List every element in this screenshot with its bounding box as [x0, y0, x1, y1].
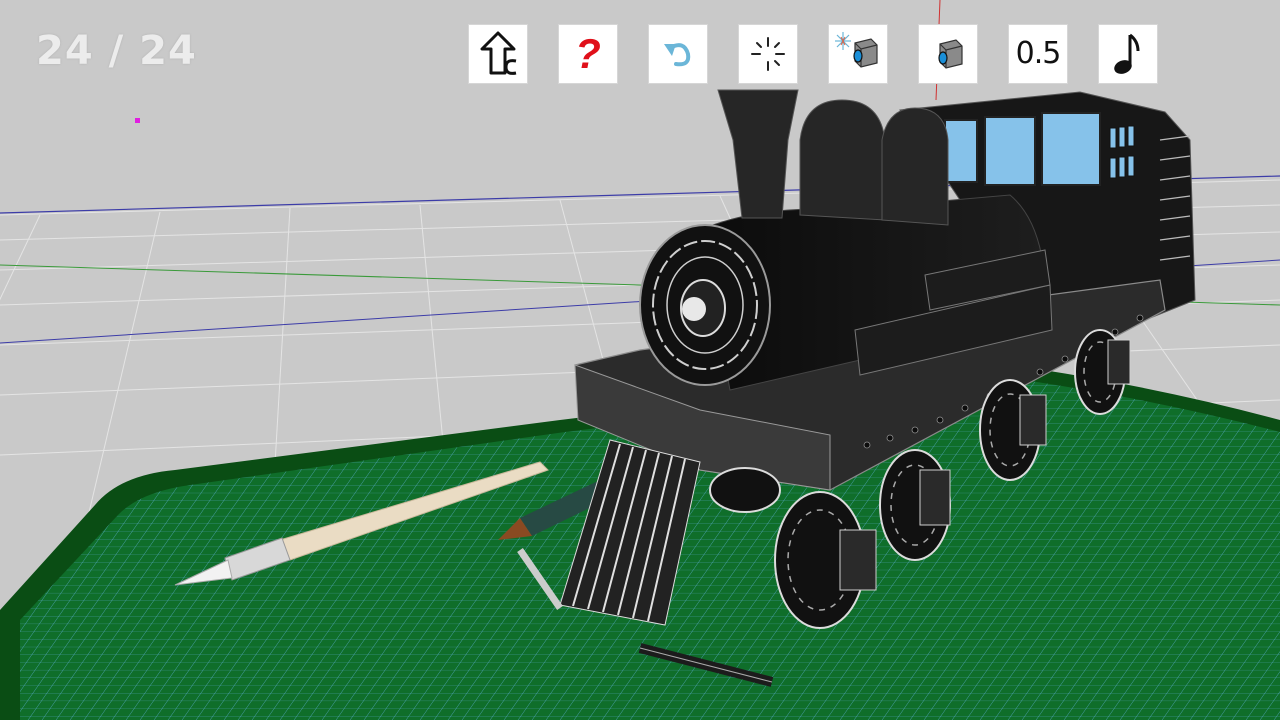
cursor-marker — [135, 118, 140, 123]
camera-button[interactable] — [918, 24, 978, 84]
3d-viewport[interactable] — [0, 0, 1280, 720]
speed-value: 0.5 — [1015, 36, 1062, 71]
help-button[interactable]: ? — [558, 24, 618, 84]
music-button[interactable] — [1098, 24, 1158, 84]
camera-icon — [938, 39, 963, 69]
light-camera-icon — [835, 32, 878, 68]
speed-button[interactable]: 0.5 — [1008, 24, 1068, 84]
back-button[interactable] — [468, 24, 528, 84]
sparkle-button[interactable] — [738, 24, 798, 84]
undo-button[interactable] — [648, 24, 708, 84]
step-counter: 24 / 24 — [36, 28, 197, 74]
back-arrow-icon — [480, 31, 517, 75]
undo-arrow-icon — [664, 43, 691, 67]
lights-camera-button[interactable] — [828, 24, 888, 84]
question-mark-icon: ? — [575, 30, 601, 77]
sparkle-icon — [751, 37, 785, 71]
music-note-icon — [1114, 33, 1140, 74]
